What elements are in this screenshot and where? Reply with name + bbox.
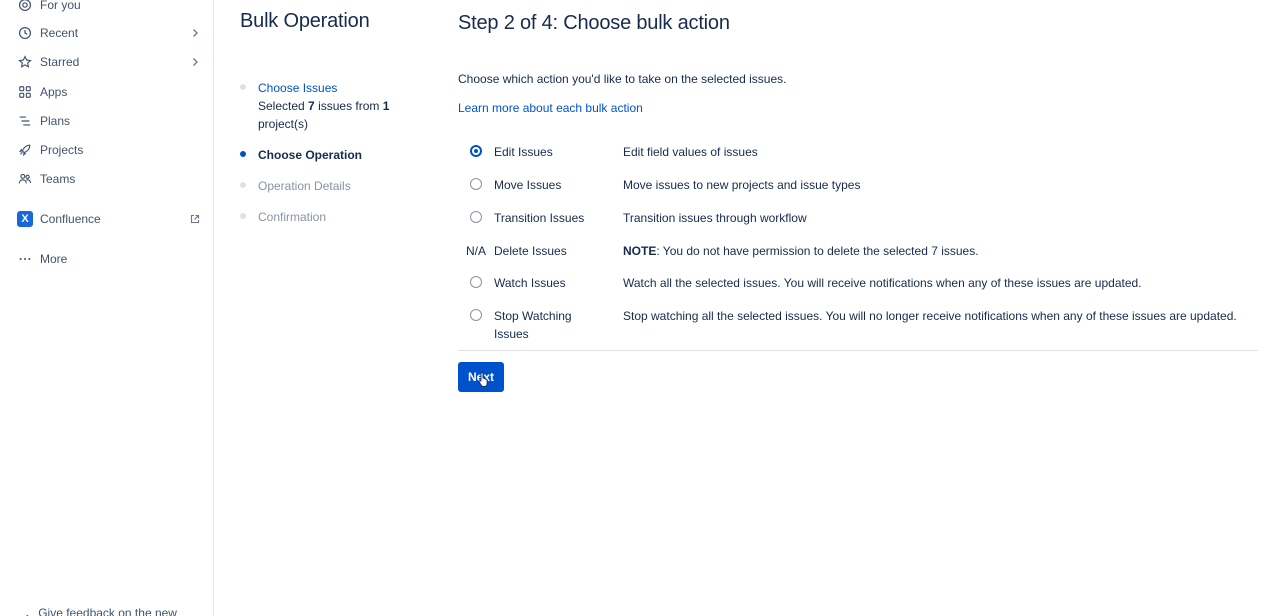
sidebar: For you Recent Starred Apps Plans Projec… [0,0,214,616]
option-name: Watch Issues [494,276,566,290]
sidebar-item-label: Recent [40,26,79,40]
sidebar-item-label: Confluence [40,212,101,226]
step-operation-details: Operation Details [240,177,351,195]
option-name: Delete Issues [494,244,567,258]
give-feedback-label: Give feedback on the new navigation [38,606,177,616]
step-indicator [240,208,258,226]
megaphone-icon [18,612,32,616]
step-choose-issues-link[interactable]: Choose Issues [258,81,337,95]
option-stop-watching-issues[interactable]: Stop Watching Issues Stop watching all t… [458,307,1258,343]
option-description: Move issues to new projects and issue ty… [623,178,861,192]
step-choose-operation: Choose Operation [240,146,362,164]
step-indicator [240,177,258,195]
step-label: Choose Operation [258,148,363,162]
divider [458,350,1258,351]
sidebar-item-label: For you [40,0,81,12]
sidebar-item-more[interactable]: More [16,248,202,270]
step-text: Choose Issues Selected 7 issues from 1 pr… [258,79,389,133]
apps-icon [16,83,34,101]
bulk-operation-title: Bulk Operation [240,10,370,32]
sidebar-item-label: Apps [40,85,68,99]
move-issues-radio[interactable] [470,178,482,190]
intro-text: Choose which action you'd like to take o… [458,72,787,86]
star-icon [16,53,34,71]
option-description: Stop watching all the selected issues. Y… [623,309,1237,323]
option-selector [458,176,494,194]
step-confirmation: Confirmation [240,208,326,226]
note-label: NOTE [623,244,657,258]
sidebar-item-confluence[interactable]: X Confluence [16,208,202,230]
step-indicator [240,79,258,133]
option-name: Edit Issues [494,145,553,159]
issue-count: 7 [308,99,315,113]
option-selector [458,209,494,227]
sidebar-item-teams[interactable]: Teams [16,168,202,190]
option-selector [458,274,494,292]
sidebar-item-plans[interactable]: Plans [16,110,202,132]
pointer-cursor-icon [478,372,488,387]
step-dot [240,213,246,219]
sidebar-item-label: More [40,252,68,266]
option-name: Stop Watching Issues [494,309,572,341]
not-available-label: N/A [465,244,486,258]
sidebar-item-starred[interactable]: Starred [16,51,202,73]
option-description: Watch all the selected issues. You will … [623,276,1142,290]
option-name: Move Issues [494,178,562,192]
option-selector [458,143,494,161]
step-choose-issues-summary: Selected 7 issues from 1 project(s) [258,99,389,131]
step-dot [240,84,246,90]
project-count: 1 [382,99,390,113]
step-label: Operation Details [258,179,351,193]
sidebar-item-label: Starred [40,55,80,69]
chevron-right-icon[interactable] [188,55,202,69]
note-text: : You do not have permission to delete t… [656,244,979,258]
transition-issues-radio[interactable] [470,211,482,223]
confluence-logo-wrap: X [16,210,34,228]
step-label: Confirmation [258,210,327,224]
summary-prefix: Selected [258,99,309,113]
step-choose-issues[interactable]: Choose Issues Selected 7 issues from 1 pr… [240,79,389,133]
target-icon [16,0,34,14]
option-name: Transition Issues [494,211,585,225]
sidebar-item-label: Projects [40,143,84,157]
sidebar-item-for-you[interactable]: For you [16,0,202,16]
confluence-logo-icon: X [17,211,33,227]
clock-icon [16,24,34,42]
step-dot [240,182,246,188]
rocket-icon [16,141,34,159]
option-move-issues[interactable]: Move Issues Move issues to new projects … [458,176,1258,194]
option-selector [458,307,494,343]
option-edit-issues[interactable]: Edit Issues Edit field values of issues [458,143,1258,161]
sidebar-item-projects[interactable]: Projects [16,139,202,161]
sidebar-item-label: Teams [40,172,76,186]
option-description: Transition issues through workflow [623,211,807,225]
edit-issues-radio[interactable] [470,145,482,157]
sidebar-item-apps[interactable]: Apps [16,81,202,103]
stop-watching-issues-radio[interactable] [470,309,482,321]
step-indicator [240,146,258,164]
summary-middle: issues from [314,99,383,113]
learn-more-link[interactable]: Learn more about each bulk action [458,101,643,115]
teams-icon [16,170,34,188]
more-icon [16,250,34,268]
external-link-icon[interactable] [188,212,202,226]
option-delete-issues: N/A Delete Issues NOTE: You do not have … [458,242,1258,260]
watch-issues-radio[interactable] [470,276,482,288]
sidebar-item-recent[interactable]: Recent [16,22,202,44]
option-watch-issues[interactable]: Watch Issues Watch all the selected issu… [458,274,1258,292]
plans-icon [16,112,34,130]
page-title: Step 2 of 4: Choose bulk action [458,12,730,34]
sidebar-item-label: Plans [40,114,71,128]
option-description: Edit field values of issues [623,145,758,159]
option-selector: N/A [458,242,494,260]
chevron-right-icon[interactable] [188,26,202,40]
option-transition-issues[interactable]: Transition Issues Transition issues thro… [458,209,1258,227]
step-dot-active [240,151,246,157]
option-description: NOTE: You do not have permission to dele… [623,242,1258,260]
summary-suffix: project(s) [258,117,309,131]
give-feedback-link[interactable]: Give feedback on the new navigation [18,606,213,616]
